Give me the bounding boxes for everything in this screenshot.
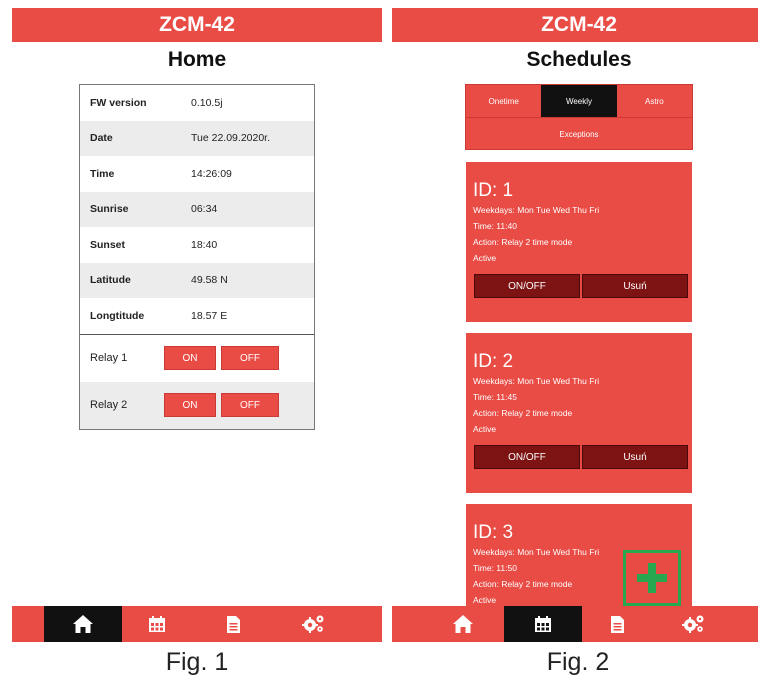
status-card: FW version 0.10.5j Date Tue 22.09.2020r.… bbox=[79, 84, 315, 430]
info-label: Longtitude bbox=[90, 309, 145, 322]
info-label: Latitude bbox=[90, 274, 131, 287]
toggle-button[interactable]: ON/OFF bbox=[474, 274, 580, 298]
home-icon bbox=[73, 615, 93, 633]
nav-schedules[interactable] bbox=[504, 606, 582, 642]
schedule-card-2: ID: 2 Weekdays: Mon Tue Wed Thu Fri Time… bbox=[466, 333, 692, 493]
nav-home[interactable] bbox=[424, 606, 502, 642]
schedule-weekdays: Weekdays: Mon Tue Wed Thu Fri bbox=[473, 205, 600, 215]
calendar-icon bbox=[149, 616, 165, 632]
info-value: Tue 22.09.2020r. bbox=[191, 132, 271, 145]
relay-label: Relay 2 bbox=[90, 399, 128, 411]
schedule-weekdays: Weekdays: Mon Tue Wed Thu Fri bbox=[473, 376, 600, 386]
info-value: 18:40 bbox=[191, 238, 218, 251]
page-title: Home bbox=[167, 48, 227, 71]
home-icon bbox=[453, 615, 473, 633]
schedule-id: ID: 3 bbox=[473, 522, 514, 543]
info-row-fw-version: FW version 0.10.5j bbox=[80, 85, 314, 121]
nav-home[interactable] bbox=[44, 606, 122, 642]
info-value: 49.58 N bbox=[191, 274, 228, 287]
tab-weekly[interactable]: Weekly bbox=[541, 85, 617, 117]
delete-button[interactable]: Usuń bbox=[582, 274, 688, 298]
info-label: Date bbox=[90, 132, 113, 145]
app-title: ZCM-42 bbox=[159, 13, 235, 36]
page-title: Schedules bbox=[526, 48, 632, 71]
info-value: 14:26:09 bbox=[191, 167, 232, 180]
document-icon bbox=[610, 615, 624, 633]
screen-schedules: ZCM-42 Schedules Onetime Weekly Astro Ex… bbox=[392, 8, 758, 642]
schedule-status: Active bbox=[473, 253, 497, 263]
info-table: FW version 0.10.5j Date Tue 22.09.2020r.… bbox=[80, 85, 314, 334]
nav-settings[interactable] bbox=[654, 606, 732, 642]
settings-icon bbox=[682, 615, 704, 633]
calendar-icon bbox=[535, 616, 551, 632]
info-label: Sunrise bbox=[90, 203, 129, 216]
tab-row: Onetime Weekly Astro bbox=[466, 85, 692, 117]
relay-2-on-button[interactable]: ON bbox=[164, 393, 216, 417]
add-schedule-button[interactable] bbox=[623, 550, 681, 606]
tab-onetime[interactable]: Onetime bbox=[466, 85, 541, 117]
schedule-buttons: ON/OFF Usuń bbox=[474, 274, 692, 298]
schedule-action: Action: Relay 2 time mode bbox=[473, 237, 573, 247]
info-row-sunset: Sunset 18:40 bbox=[80, 227, 314, 263]
schedule-time: Time: 11:40 bbox=[473, 221, 517, 231]
relay-1-on-button[interactable]: ON bbox=[164, 346, 216, 370]
tab-exceptions[interactable]: Exceptions bbox=[466, 117, 692, 150]
schedule-action: Action: Relay 2 time mode bbox=[473, 408, 573, 418]
info-row-sunrise: Sunrise 06:34 bbox=[80, 191, 314, 227]
info-row-date: Date Tue 22.09.2020r. bbox=[80, 120, 314, 156]
toggle-button[interactable]: ON/OFF bbox=[474, 445, 580, 469]
figure-caption-1: Fig. 1 bbox=[165, 648, 229, 676]
schedule-type-tabs: Onetime Weekly Astro Exceptions bbox=[465, 84, 693, 150]
info-row-latitude: Latitude 49.58 N bbox=[80, 262, 314, 298]
relay-2-off-button[interactable]: OFF bbox=[221, 393, 279, 417]
relay-row-1: Relay 1 ON OFF bbox=[80, 335, 314, 382]
bottom-nav bbox=[12, 606, 382, 642]
settings-icon bbox=[302, 615, 324, 633]
schedule-card-1: ID: 1 Weekdays: Mon Tue Wed Thu Fri Time… bbox=[466, 162, 692, 322]
relay-row-2: Relay 2 ON OFF bbox=[80, 381, 314, 429]
schedule-status: Active bbox=[473, 424, 497, 434]
app-bar: ZCM-42 bbox=[392, 8, 758, 42]
relay-label: Relay 1 bbox=[90, 352, 128, 364]
info-row-longitude: Longtitude 18.57 E bbox=[80, 298, 314, 334]
document-icon bbox=[226, 615, 240, 633]
info-label: Sunset bbox=[90, 238, 126, 251]
app-bar: ZCM-42 bbox=[12, 8, 382, 42]
info-label: FW version bbox=[90, 96, 147, 109]
schedule-id: ID: 2 bbox=[473, 351, 514, 372]
info-value: 18.57 E bbox=[191, 309, 228, 322]
relay-1-off-button[interactable]: OFF bbox=[221, 346, 279, 370]
tab-astro[interactable]: Astro bbox=[617, 85, 692, 117]
app-title: ZCM-42 bbox=[541, 13, 617, 36]
nav-settings[interactable] bbox=[274, 606, 352, 642]
info-row-time: Time 14:26:09 bbox=[80, 156, 314, 192]
bottom-nav bbox=[392, 606, 758, 642]
info-label: Time bbox=[90, 167, 115, 180]
delete-button[interactable]: Usuń bbox=[582, 445, 688, 469]
nav-logs[interactable] bbox=[194, 606, 272, 642]
screen-home: ZCM-42 Home FW version 0.10.5j Date Tue … bbox=[12, 8, 382, 642]
nav-logs[interactable] bbox=[578, 606, 656, 642]
info-value: 06:34 bbox=[191, 203, 218, 216]
schedule-time: Time: 11:45 bbox=[473, 392, 517, 402]
relay-controls: Relay 1 ON OFF Relay 2 ON OFF bbox=[80, 333, 314, 429]
schedule-buttons: ON/OFF Usuń bbox=[474, 445, 692, 469]
schedule-id: ID: 1 bbox=[473, 180, 514, 201]
nav-schedules[interactable] bbox=[118, 606, 196, 642]
plus-icon bbox=[637, 563, 667, 593]
figure-caption-2: Fig. 2 bbox=[546, 648, 610, 676]
info-value: 0.10.5j bbox=[191, 96, 223, 109]
